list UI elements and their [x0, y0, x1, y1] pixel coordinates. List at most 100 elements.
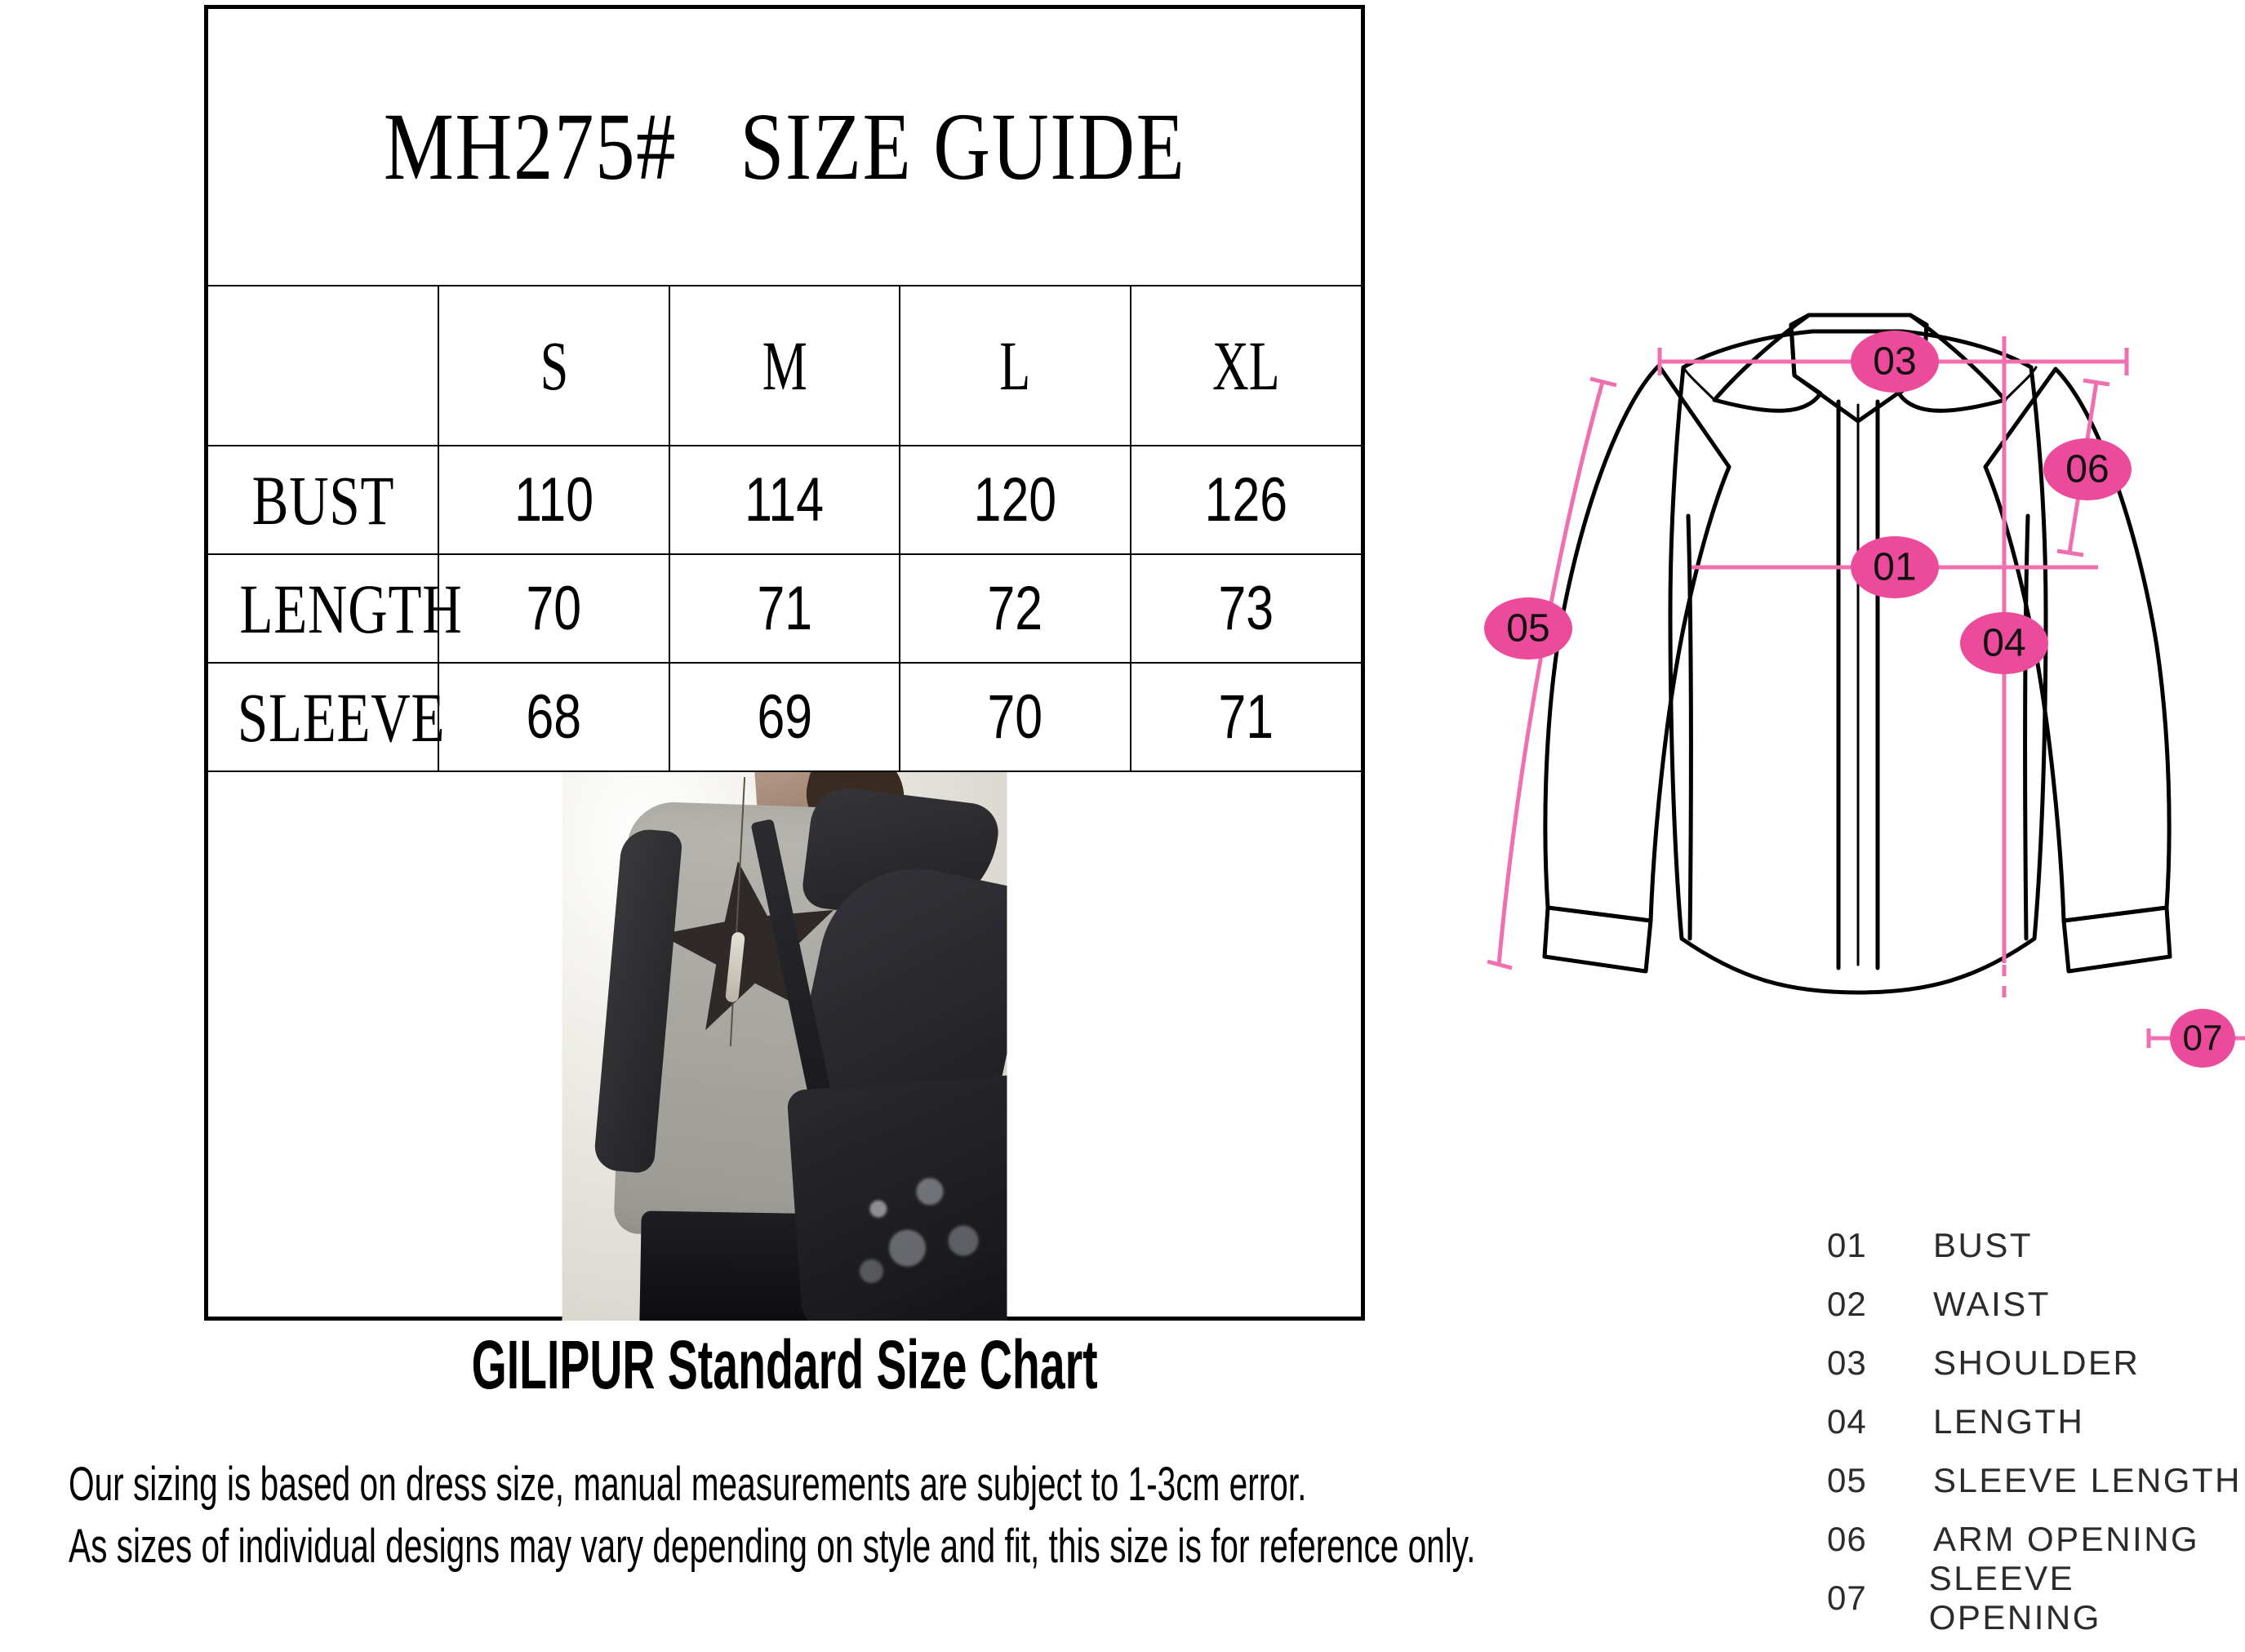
legend-number: 02	[1827, 1285, 1867, 1323]
table-corner-cell	[208, 285, 440, 446]
row-label: BUST	[251, 460, 394, 540]
legend-number: 06	[1827, 1520, 1867, 1558]
left-sleeve-path	[1543, 363, 1732, 923]
size-header-m-label: M	[762, 326, 807, 405]
marker-label-03: 03	[1873, 340, 1916, 384]
size-guide-table: MH275# SIZE GUIDE S M L XL BUST 110 114 …	[204, 5, 1365, 1321]
legend-number: 01	[1827, 1226, 1867, 1264]
legend-label: SLEEVE OPENING	[1928, 1559, 2101, 1636]
cell-value: 68	[526, 682, 582, 752]
sleeve-length-measure-curve	[1496, 381, 1605, 966]
legend-number: 03	[1827, 1343, 1867, 1382]
size-header-m: M	[668, 285, 901, 446]
legend-label: WAIST	[1933, 1285, 2051, 1323]
cell-length-s: 70	[438, 553, 670, 664]
page-title: MH275# SIZE GUIDE	[383, 93, 1186, 200]
table-row: LENGTH 70 71 72 73	[208, 553, 1361, 664]
size-header-xl-label: XL	[1212, 326, 1280, 405]
length-marker-badge: 04	[1960, 612, 2048, 674]
cell-value: 70	[526, 573, 582, 643]
cell-value: 120	[973, 464, 1057, 535]
left-armhole-seam	[1686, 513, 1693, 941]
product-photo-cell	[208, 770, 1361, 1321]
row-label: SLEEVE	[237, 677, 446, 757]
size-header-s: S	[438, 285, 670, 446]
legend-item-waist: 02 WAIST	[1827, 1275, 2245, 1334]
measurement-label-bust: BUST	[208, 445, 440, 555]
cell-length-l: 72	[899, 553, 1131, 664]
size-header-l-label: L	[999, 326, 1031, 405]
legend-number: 05	[1827, 1461, 1867, 1499]
table-header-row: S M L XL	[208, 285, 1361, 446]
disclaimer-line-2: As sizes of individual designs may vary …	[69, 1523, 2078, 1570]
cell-bust-l: 120	[899, 445, 1131, 555]
legend-number: 04	[1827, 1402, 1867, 1441]
left-cuff-path	[1542, 905, 1653, 974]
cell-bust-s: 110	[438, 445, 670, 555]
table-title-cell: MH275# SIZE GUIDE	[208, 9, 1361, 286]
product-photo	[562, 772, 1007, 1321]
arm-opening-tick-top	[2083, 378, 2110, 387]
legend-item-sleeve-opening: 07 SLEEVE OPENING	[1827, 1559, 2245, 1636]
legend-item-length: 04 LENGTH	[1827, 1392, 2245, 1451]
marker-label-07: 07	[2183, 1019, 2223, 1059]
cell-value: 126	[1204, 464, 1288, 535]
sleeve-length-marker-badge: 05	[1484, 597, 1572, 659]
cell-value: 73	[1218, 573, 1274, 643]
chart-heading: GILIPUR Standard Size Chart	[204, 1330, 1365, 1399]
row-label: LENGTH	[239, 569, 463, 648]
cell-sleeve-s: 68	[438, 662, 670, 772]
legend-label: LENGTH	[1933, 1402, 2085, 1441]
photo-bag-print	[817, 1135, 1007, 1319]
marker-label-01: 01	[1873, 546, 1916, 589]
cell-length-xl: 73	[1129, 553, 1361, 664]
measurement-label-length: LENGTH	[208, 553, 462, 664]
marker-label-04: 04	[1982, 622, 2025, 665]
legend-number: 07	[1827, 1579, 1867, 1617]
table-title-row: MH275# SIZE GUIDE	[208, 9, 1361, 286]
disclaimer-line-1: Our sizing is based on dress size, manua…	[69, 1461, 1837, 1508]
cell-sleeve-l: 70	[899, 662, 1131, 772]
arm-opening-tick-bottom	[2056, 548, 2084, 557]
disclaimer-line-1-text: Our sizing is based on dress size, manua…	[69, 1458, 1307, 1511]
marker-label-06: 06	[2065, 448, 2109, 491]
shirt-outline-group	[1542, 313, 2172, 995]
sleeve-opening-marker-badge: 07	[2170, 1009, 2235, 1068]
marker-label-05: 05	[1506, 607, 1549, 651]
right-cuff-path	[2061, 905, 2172, 974]
measurement-label-sleeve: SLEEVE	[208, 662, 444, 772]
cell-value: 69	[757, 682, 812, 752]
cell-value: 71	[1218, 682, 1274, 752]
legend-label: ARM OPENING	[1933, 1520, 2200, 1558]
garment-technical-drawing: 03 01 04 06 05 07	[1469, 261, 2245, 1159]
chart-heading-text: GILIPUR Standard Size Chart	[471, 1326, 1098, 1403]
bust-marker-badge: 01	[1851, 536, 1939, 598]
measurement-lines-group	[1487, 336, 2245, 1048]
table-photo-row	[208, 770, 1361, 1321]
cell-value: 71	[757, 573, 812, 643]
table-row: SLEEVE 68 69 70 71	[208, 662, 1361, 772]
size-header-xl: XL	[1129, 285, 1361, 446]
arm-opening-marker-badge: 06	[2043, 438, 2132, 500]
measurement-markers-group: 03 01 04 06 05 07	[1484, 331, 2235, 1068]
legend-label: SLEEVE LENGTH	[1933, 1461, 2242, 1499]
cell-bust-m: 114	[668, 445, 901, 555]
table-row: BUST 110 114 120 126	[208, 445, 1361, 555]
size-header-s-label: S	[540, 326, 568, 405]
cell-length-m: 71	[668, 553, 901, 664]
shoulder-marker-badge: 03	[1851, 331, 1939, 393]
cell-sleeve-xl: 71	[1129, 662, 1361, 772]
measurement-legend: 01 BUST 02 WAIST 03 SHOULDER 04 LENGTH 0…	[1827, 1216, 2245, 1636]
cell-bust-xl: 126	[1129, 445, 1361, 555]
legend-item-bust: 01 BUST	[1827, 1216, 2245, 1275]
size-header-l: L	[899, 285, 1131, 446]
legend-item-shoulder: 03 SHOULDER	[1827, 1334, 2245, 1392]
cell-sleeve-m: 69	[668, 662, 901, 772]
left-shoulder-seam	[1682, 366, 1716, 402]
cell-value: 114	[745, 464, 825, 535]
right-armhole-seam	[2023, 513, 2030, 941]
legend-item-sleeve-length: 05 SLEEVE LENGTH	[1827, 1451, 2245, 1510]
cell-value: 72	[987, 573, 1043, 643]
legend-label: BUST	[1933, 1226, 2034, 1264]
disclaimer-line-2-text: As sizes of individual designs may vary …	[69, 1520, 1476, 1573]
